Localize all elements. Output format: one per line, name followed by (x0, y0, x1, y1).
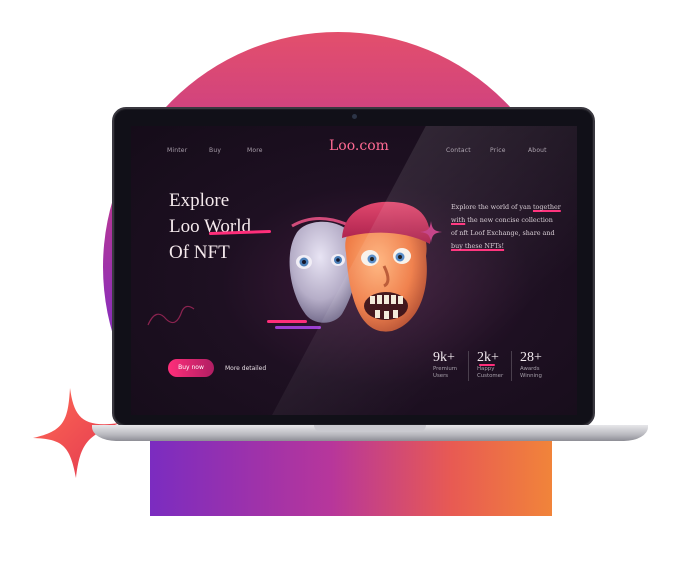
laptop-screen: Minter Buy More Loo.com Contact Price Ab… (131, 126, 577, 415)
stat-label-line-1: Premium (433, 366, 457, 372)
stat-label-line-2: Winning (520, 373, 542, 379)
stat-awards-winning: 28+ Awards Winning (520, 350, 542, 380)
description-text-1: Explore the world of yan (451, 203, 533, 211)
stat-divider (511, 351, 512, 381)
stat-divider (468, 351, 469, 381)
camera-dot (352, 114, 357, 119)
description-highlight-2: buy these NFTs! (451, 242, 505, 250)
stat-label-line-1: Awards (520, 366, 540, 372)
stat-accent-underline (479, 364, 495, 366)
stat-value: 28+ (520, 350, 542, 365)
laptop-lid: Minter Buy More Loo.com Contact Price Ab… (112, 107, 595, 427)
nav-link-price[interactable]: Price (490, 147, 506, 154)
stat-happy-customer: 2k+ Happy Customer (477, 350, 503, 380)
stat-premium-users: 9k+ Premium Users (433, 350, 457, 380)
orange-character-illustration (342, 201, 431, 332)
squiggle-line-decoration (147, 305, 195, 326)
stat-value: 9k+ (433, 350, 455, 365)
nav-link-more[interactable]: More (247, 147, 263, 154)
description-text-2: the new concise collection of nft Loof E… (451, 216, 555, 237)
motion-lines-decoration (267, 320, 321, 329)
stat-label-line-2: Users (433, 373, 449, 379)
site-logo[interactable]: Loo.com (329, 138, 389, 154)
stat-label-line-1: Happy (477, 366, 495, 372)
buy-now-button[interactable]: Buy now (168, 359, 214, 377)
more-detailed-link[interactable]: More detailed (225, 365, 266, 372)
nav-link-about[interactable]: About (528, 147, 547, 154)
hero-description: Explore the world of yan together with t… (451, 201, 561, 253)
laptop-base (92, 425, 648, 441)
headline-line-1: Explore (169, 190, 230, 211)
stat-label-line-2: Customer (477, 373, 504, 379)
nav-link-buy[interactable]: Buy (209, 147, 221, 154)
laptop-base-notch (314, 425, 426, 432)
nav-link-contact[interactable]: Contact (446, 147, 471, 154)
small-sparkle-icon (420, 221, 442, 243)
nav-link-minter[interactable]: Minter (167, 147, 187, 154)
